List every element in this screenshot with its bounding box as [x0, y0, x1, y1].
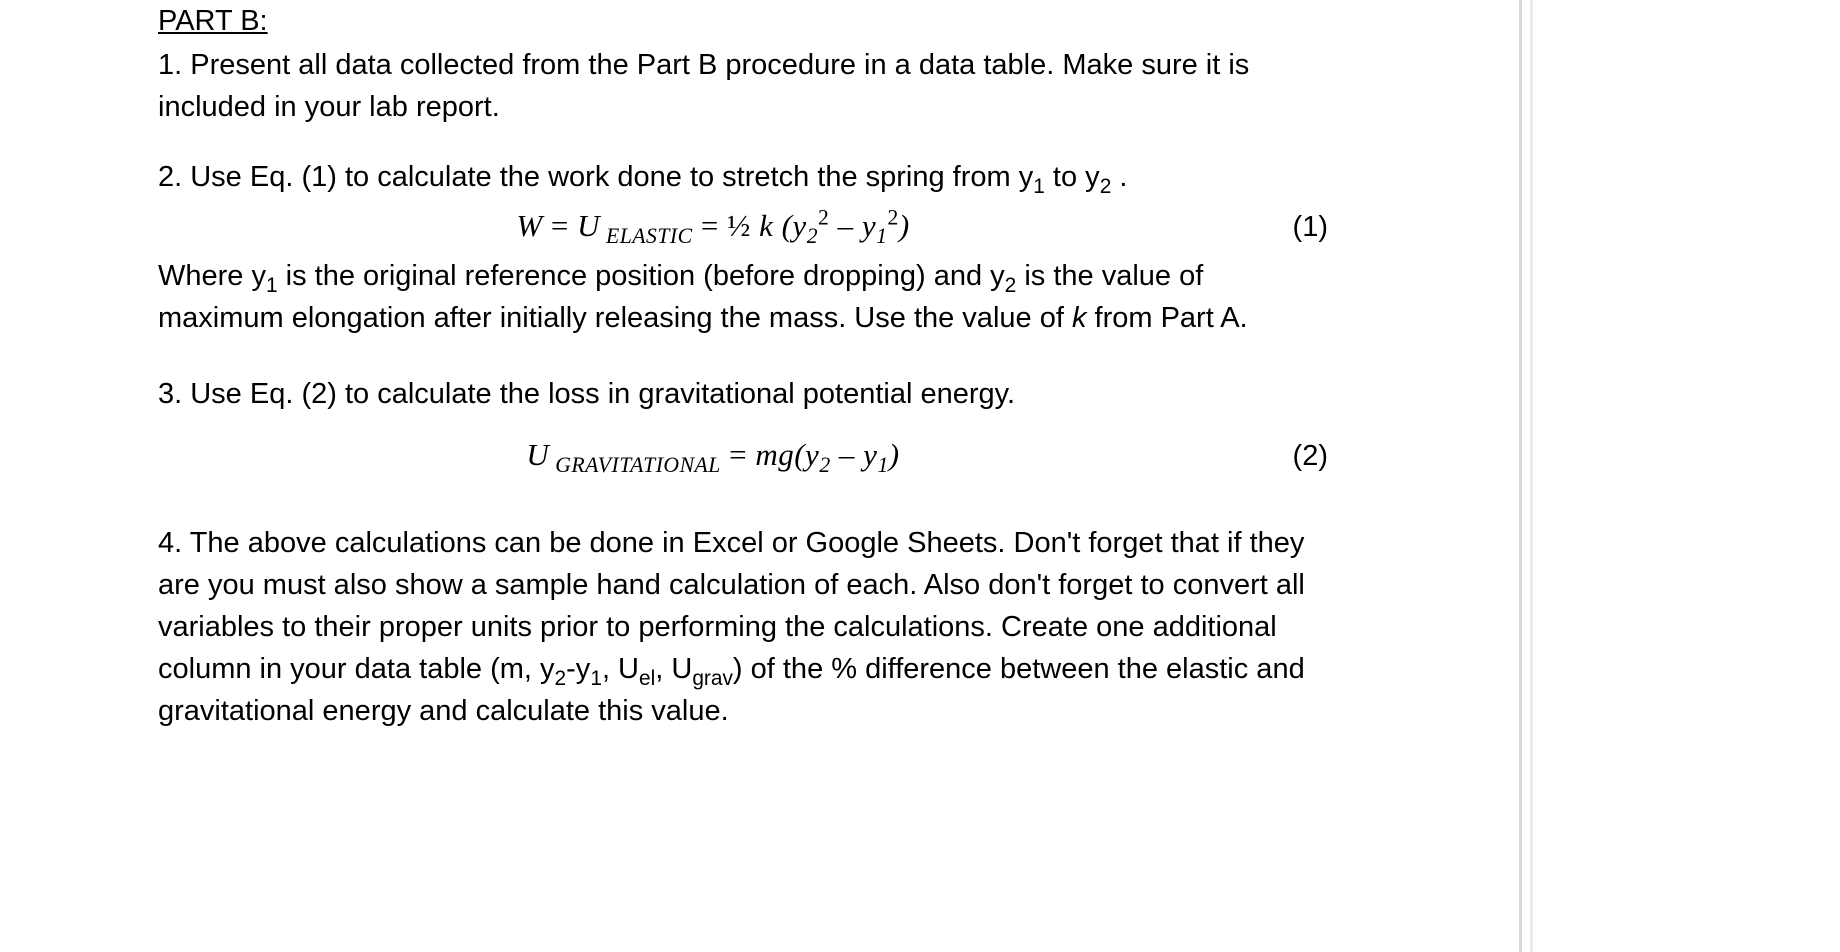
item-1: 1. Present all data collected from the P… — [158, 44, 1328, 128]
document-body: PART B: 1. Present all data collected fr… — [158, 0, 1328, 760]
eq-equals: = — [543, 208, 577, 243]
text: 2. Use Eq. (1) to calculate the work don… — [158, 161, 1033, 193]
eq-sub-1: 1 — [876, 224, 887, 248]
text: to y — [1045, 161, 1100, 193]
eq-sub-2: 2 — [807, 224, 818, 248]
eq-equals: = — [693, 208, 727, 243]
subscript-2: 2 — [555, 667, 567, 690]
text: . — [1111, 161, 1127, 193]
eq-W: W — [516, 208, 542, 243]
item-4: 4. The above calculations can be done in… — [158, 522, 1328, 732]
eq-U: U — [526, 437, 549, 472]
eq-equals: = — [721, 437, 755, 472]
eq-minus: – y — [831, 437, 878, 472]
eq-sub-1: 1 — [877, 453, 888, 477]
eq-subscript-elastic: ELASTIC — [600, 224, 693, 248]
document-page: PART B: 1. Present all data collected fr… — [0, 0, 1840, 952]
text: from Part A. — [1086, 302, 1247, 334]
equation-1-row: W = U ELASTIC = ½ k (y22 – y12) (1) — [158, 204, 1328, 249]
page-margin-rule — [1519, 0, 1522, 952]
equation-2: U GRAVITATIONAL = mg(y2 – y1) — [158, 433, 1268, 478]
eq-sub-2: 2 — [819, 453, 830, 477]
eq-paren-close: ) — [889, 437, 900, 472]
eq-sup-2: 2 — [818, 206, 829, 230]
text: -y — [566, 653, 590, 685]
equation-2-label: (2) — [1268, 435, 1328, 477]
item-2-after: Where y1 is the original reference posit… — [158, 255, 1328, 339]
eq-half: ½ — [727, 208, 759, 243]
subscript-1: 1 — [1033, 175, 1045, 198]
equation-1: W = U ELASTIC = ½ k (y22 – y12) — [158, 204, 1268, 249]
eq-paren-close: ) — [899, 208, 910, 243]
eq-sup-2: 2 — [888, 206, 899, 230]
text: , U — [602, 653, 639, 685]
text: is the original reference position (befo… — [278, 260, 1005, 292]
subscript-2: 2 — [1100, 175, 1112, 198]
eq-mg: mg(y — [755, 437, 819, 472]
equation-1-label: (1) — [1268, 206, 1328, 248]
subscript-2: 2 — [1005, 274, 1017, 297]
item-3: 3. Use Eq. (2) to calculate the loss in … — [158, 373, 1328, 415]
text: , U — [655, 653, 692, 685]
eq-subscript-gravitational: GRAVITATIONAL — [549, 453, 721, 477]
subscript-grav: grav — [692, 667, 733, 690]
section-title: PART B: — [158, 0, 1328, 42]
eq-U: U — [577, 208, 600, 243]
equation-2-row: U GRAVITATIONAL = mg(y2 – y1) (2) — [158, 433, 1328, 478]
text: Where y — [158, 260, 266, 292]
eq-minus: – y — [829, 208, 876, 243]
page-margin-rule-inner — [1530, 0, 1533, 952]
eq-k: k — [759, 208, 782, 243]
subscript-el: el — [639, 667, 655, 690]
eq-paren-open: (y — [782, 208, 807, 243]
subscript-1: 1 — [590, 667, 602, 690]
subscript-1: 1 — [266, 274, 278, 297]
variable-k: k — [1072, 302, 1087, 334]
item-2-intro: 2. Use Eq. (1) to calculate the work don… — [158, 156, 1328, 198]
